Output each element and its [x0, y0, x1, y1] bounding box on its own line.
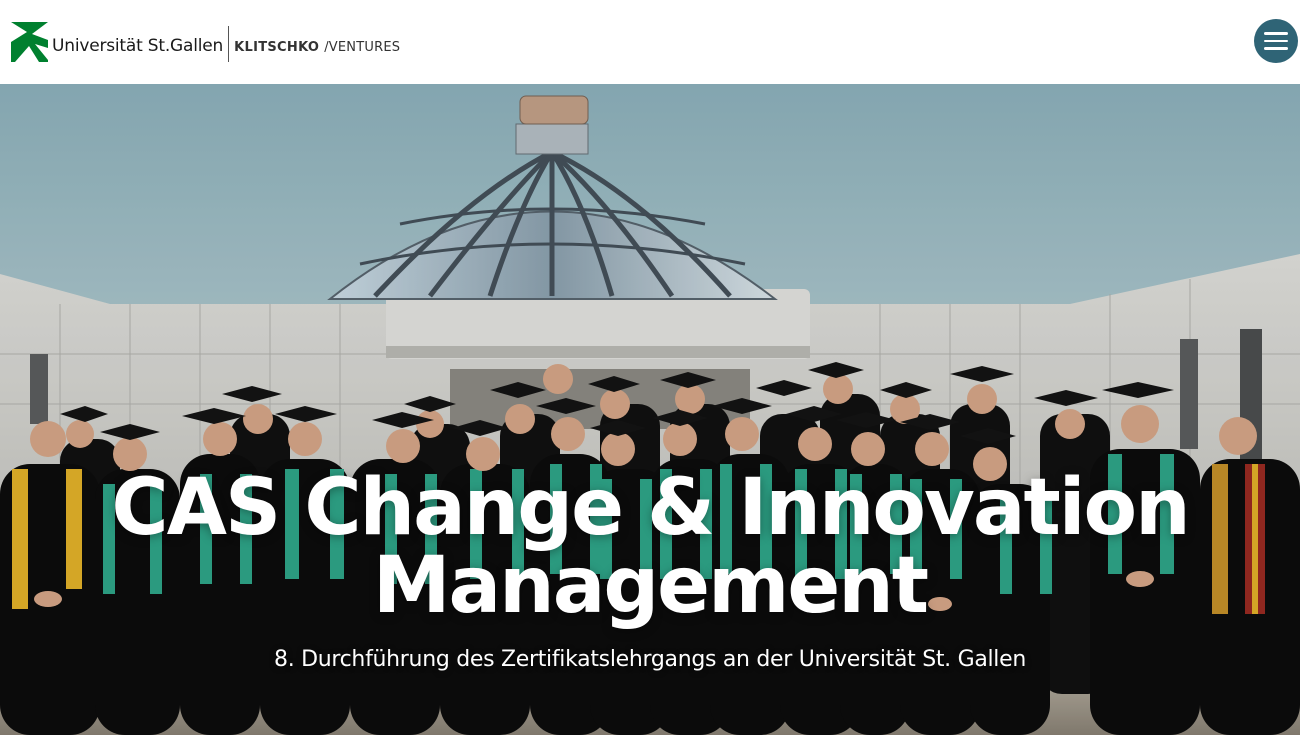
hero-text: CAS Change & Innovation Management 8. Du…: [0, 469, 1300, 672]
university-name: Universität St.Gallen: [52, 36, 224, 56]
hero-section: CAS Change & Innovation Management 8. Du…: [0, 84, 1300, 735]
hero-subtitle: 8. Durchführung des Zertifikatslehrgangs…: [274, 647, 1026, 672]
site-header: Universität St.Gallen KLITSCHKO /VENTURE…: [0, 0, 1300, 84]
partner-name-bold: KLITSCHKO: [234, 39, 320, 55]
hsg-logo-icon: [11, 22, 48, 62]
logo-divider: [228, 26, 230, 62]
partner-name-light: /VENTURES: [324, 39, 401, 55]
hero-title-line-1: CAS Change & Innovation: [111, 463, 1190, 553]
home-logo-link[interactable]: Universität St.Gallen KLITSCHKO /VENTURE…: [11, 20, 400, 64]
hero-title-line-2: Management: [372, 541, 929, 631]
hamburger-menu-icon: [1264, 32, 1288, 35]
hero-title: CAS Change & Innovation Management: [0, 469, 1300, 625]
menu-button[interactable]: [1254, 19, 1298, 63]
